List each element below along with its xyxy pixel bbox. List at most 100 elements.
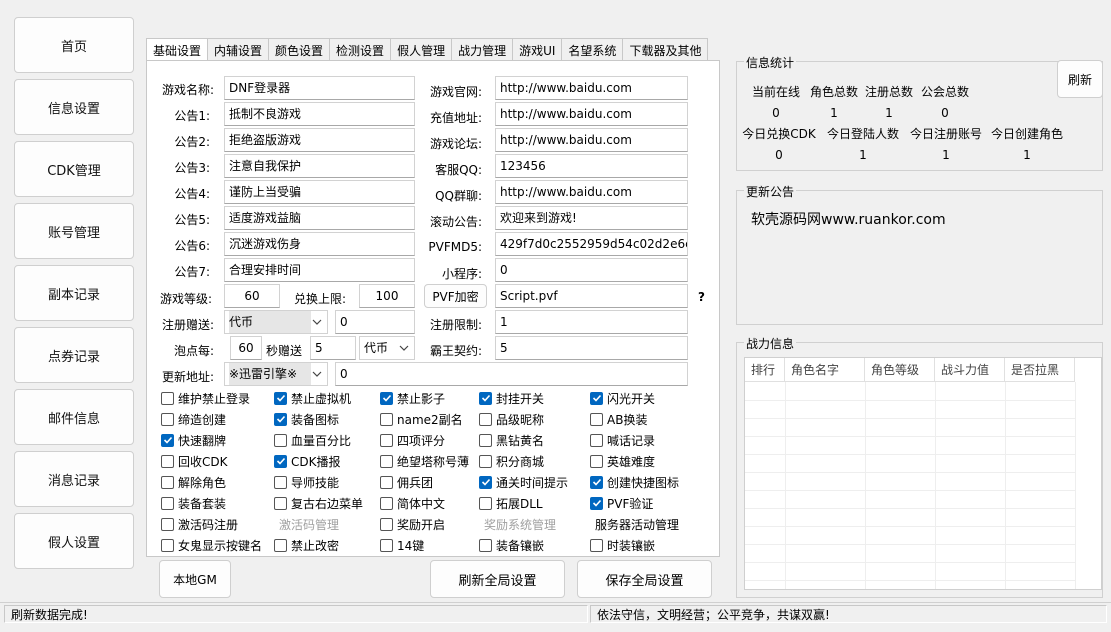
nav-mail-info-button[interactable]: 邮件信息: [14, 389, 134, 445]
checkbox-option[interactable]: 封挂开关: [479, 390, 544, 406]
checkbox-option[interactable]: 积分商城: [479, 453, 544, 469]
checkbox-empty-icon[interactable]: [479, 412, 492, 426]
checkbox-empty-icon[interactable]: [161, 454, 174, 468]
checkbox-option[interactable]: 黑钻黄名: [479, 432, 544, 448]
refresh-button[interactable]: 刷新: [1057, 60, 1103, 98]
mini-program-field[interactable]: 0: [495, 258, 688, 282]
notice6-field[interactable]: 沉迷游戏伤身: [224, 232, 415, 256]
pvf-file-field[interactable]: Script.pvf: [495, 284, 688, 308]
checkbox-option[interactable]: 简体中文: [380, 495, 445, 511]
checkbox-checked-icon[interactable]: [590, 391, 603, 405]
checkbox-option[interactable]: 装备套装: [161, 495, 226, 511]
notice4-field[interactable]: 谨防上当受骗: [224, 180, 415, 204]
notice3-field[interactable]: 注意自我保护: [224, 154, 415, 178]
nav-bot-settings-button[interactable]: 假人设置: [14, 513, 134, 569]
checkbox-option[interactable]: 闪光开关: [590, 390, 655, 406]
checkbox-empty-icon[interactable]: [161, 517, 174, 531]
checkbox-empty-icon[interactable]: [380, 496, 393, 510]
register-limit-field[interactable]: 1: [495, 310, 688, 334]
local-gm-button[interactable]: 本地GM: [159, 560, 231, 598]
power-table[interactable]: 排行 角色名字 角色等级 战斗力值 是否拉黑: [744, 357, 1102, 590]
checkbox-option[interactable]: 装备图标: [274, 411, 339, 427]
checkbox-empty-icon[interactable]: [479, 433, 492, 447]
notice2-field[interactable]: 拒绝盗版游戏: [224, 128, 415, 152]
checkbox-option[interactable]: 复古右边菜单: [274, 495, 363, 511]
nav-account-management-button[interactable]: 账号管理: [14, 203, 134, 259]
checkbox-option[interactable]: 服务器活动管理: [595, 516, 679, 532]
checkbox-empty-icon[interactable]: [380, 454, 393, 468]
tab-6[interactable]: 游戏UI: [512, 38, 563, 61]
qq-group-field[interactable]: http://www.baidu.com: [495, 180, 688, 204]
nav-info-settings-button[interactable]: 信息设置: [14, 79, 134, 135]
checkbox-option[interactable]: 禁止虚拟机: [274, 390, 351, 406]
checkbox-empty-icon[interactable]: [380, 475, 393, 489]
checkbox-empty-icon[interactable]: [161, 538, 174, 552]
column-header[interactable]: 排行: [745, 358, 785, 382]
checkbox-empty-icon[interactable]: [479, 538, 492, 552]
tab-2[interactable]: 颜色设置: [268, 38, 331, 61]
tab-7[interactable]: 名望系统: [561, 38, 624, 61]
checkbox-option[interactable]: 快速翻牌: [161, 432, 226, 448]
checkbox-option[interactable]: 绝望塔称号薄: [380, 453, 469, 469]
tab-8[interactable]: 下载器及其他: [622, 38, 709, 61]
checkbox-checked-icon[interactable]: [161, 433, 174, 447]
tab-0[interactable]: 基础设置: [146, 38, 209, 62]
checkbox-option[interactable]: 创建快捷图标: [590, 474, 679, 490]
checkbox-option[interactable]: name2副名: [380, 411, 463, 427]
checkbox-option[interactable]: 佣兵团: [380, 474, 433, 490]
pvf-md5-field[interactable]: 429f7d0c2552959d54c02d2e6cc: [495, 232, 688, 256]
checkbox-option[interactable]: 导师技能: [274, 474, 339, 490]
overlord-field[interactable]: 5: [495, 336, 688, 360]
nav-coupon-records-button[interactable]: 点券记录: [14, 327, 134, 383]
checkbox-option[interactable]: 奖励开启: [380, 516, 445, 532]
website-field[interactable]: http://www.baidu.com: [495, 76, 688, 100]
nav-dungeon-records-button[interactable]: 副本记录: [14, 265, 134, 321]
checkbox-checked-icon[interactable]: [274, 391, 287, 405]
bubble-amount-field[interactable]: 5: [310, 336, 356, 360]
column-header[interactable]: 战斗力值: [935, 358, 1005, 382]
checkbox-option[interactable]: 缔造创建: [161, 411, 226, 427]
column-header[interactable]: 角色等级: [865, 358, 935, 382]
checkbox-option[interactable]: AB换装: [590, 411, 647, 427]
checkbox-empty-icon[interactable]: [161, 475, 174, 489]
checkbox-empty-icon[interactable]: [380, 517, 393, 531]
checkbox-option[interactable]: 血量百分比: [274, 432, 351, 448]
checkbox-option[interactable]: 喊话记录: [590, 432, 655, 448]
bubble-currency-select[interactable]: 代币: [359, 336, 415, 360]
checkbox-option[interactable]: 女鬼显示按键名: [161, 537, 262, 553]
checkbox-empty-icon[interactable]: [380, 412, 393, 426]
nav-home-button[interactable]: 首页: [14, 17, 134, 73]
checkbox-option[interactable]: 时装镶嵌: [590, 537, 655, 553]
register-gift-currency-select[interactable]: 代币: [224, 310, 328, 334]
game-level-field[interactable]: 60: [224, 284, 280, 308]
checkbox-checked-icon[interactable]: [274, 454, 287, 468]
notice7-field[interactable]: 合理安排时间: [224, 258, 415, 282]
tab-5[interactable]: 战力管理: [451, 38, 514, 61]
game-name-field[interactable]: DNF登录器: [224, 76, 415, 100]
register-gift-amount-field[interactable]: 0: [335, 310, 415, 334]
checkbox-empty-icon[interactable]: [380, 538, 393, 552]
checkbox-checked-icon[interactable]: [380, 391, 393, 405]
checkbox-option[interactable]: PVF验证: [590, 495, 653, 511]
column-header[interactable]: 是否拉黑: [1005, 358, 1075, 382]
checkbox-option[interactable]: 维护禁止登录: [161, 390, 250, 406]
nav-cdk-management-button[interactable]: CDK管理: [14, 141, 134, 197]
checkbox-option[interactable]: 禁止影子: [380, 390, 445, 406]
checkbox-checked-icon[interactable]: [274, 412, 287, 426]
checkbox-empty-icon[interactable]: [590, 538, 603, 552]
checkbox-empty-icon[interactable]: [161, 412, 174, 426]
forum-field[interactable]: http://www.baidu.com: [495, 128, 688, 152]
checkbox-checked-icon[interactable]: [590, 496, 603, 510]
checkbox-empty-icon[interactable]: [590, 412, 603, 426]
notice5-field[interactable]: 适度游戏益脑: [224, 206, 415, 230]
tab-4[interactable]: 假人管理: [390, 38, 453, 61]
checkbox-empty-icon[interactable]: [161, 496, 174, 510]
pvf-encrypt-button[interactable]: PVF加密: [424, 284, 487, 308]
checkbox-empty-icon[interactable]: [380, 433, 393, 447]
checkbox-option[interactable]: 装备镶嵌: [479, 537, 544, 553]
checkbox-checked-icon[interactable]: [479, 391, 492, 405]
checkbox-option[interactable]: 四项评分: [380, 432, 445, 448]
checkbox-empty-icon[interactable]: [274, 496, 287, 510]
checkbox-option[interactable]: 拓展DLL: [479, 495, 543, 511]
checkbox-empty-icon[interactable]: [274, 475, 287, 489]
